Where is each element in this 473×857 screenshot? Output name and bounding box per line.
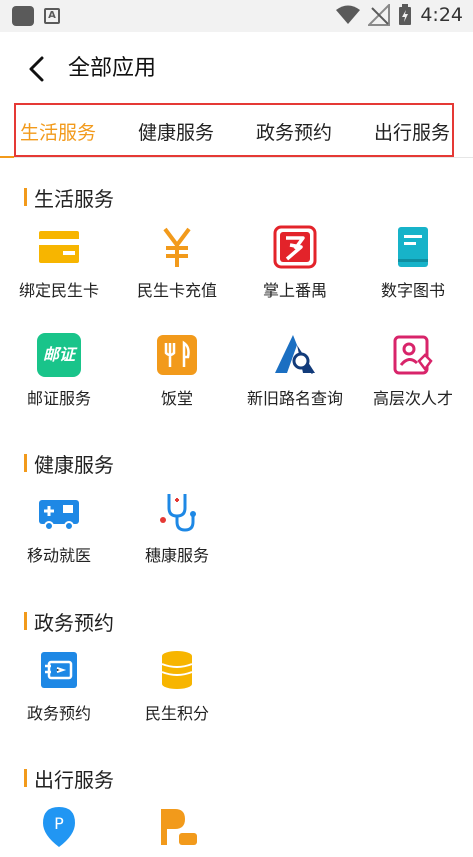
app-label: 邮证服务 — [26, 389, 91, 408]
tab-travel-services[interactable]: 出行服务 — [374, 118, 450, 145]
page-title: 全部应用 — [68, 56, 157, 81]
dining-icon — [157, 335, 197, 375]
tab-health-services[interactable]: 健康服务 — [138, 118, 214, 145]
card-icon — [39, 231, 79, 263]
app-label: 民生卡充值 — [136, 281, 217, 300]
app-notification-icon — [12, 6, 34, 26]
section-title-life: 生活服务 — [24, 183, 114, 212]
yuan-icon — [163, 227, 191, 267]
a-notification-icon: A — [44, 8, 60, 24]
parking-car-icon — [161, 809, 197, 845]
section-title-gov: 政务预约 — [24, 607, 114, 636]
app-label: 绑定民生卡 — [18, 281, 99, 300]
section-title-health: 健康服务 — [24, 449, 114, 478]
app-postal[interactable]: 邮证 邮证服务 — [0, 333, 118, 409]
talent-icon — [393, 335, 433, 375]
app-label: 新旧路名查询 — [246, 389, 343, 408]
parking-pin-icon: P — [43, 807, 75, 847]
app-label: 数字图书 — [380, 281, 445, 300]
app-mobile-medical[interactable]: 移动就医 — [0, 490, 118, 566]
wifi-icon — [336, 5, 361, 24]
app-bind-card[interactable]: 绑定民生卡 — [0, 225, 118, 301]
coins-icon — [161, 651, 193, 689]
tabs-divider — [0, 157, 473, 158]
app-card-recharge[interactable]: 民生卡充值 — [118, 225, 236, 301]
app-panyu[interactable]: 掌上番禺 — [236, 225, 354, 301]
app-travel-parking-pin[interactable]: P — [0, 805, 118, 857]
app-label: 民生积分 — [144, 704, 209, 723]
back-arrow-icon[interactable] — [22, 54, 52, 84]
active-tab-indicator — [0, 156, 14, 158]
app-points[interactable]: 民生积分 — [118, 648, 236, 724]
header: 全部应用 — [0, 32, 473, 104]
road-search-icon — [275, 335, 315, 375]
battery-charging-icon — [399, 4, 412, 25]
no-signal-icon — [368, 4, 391, 26]
app-label: 饭堂 — [160, 389, 193, 408]
app-dining[interactable]: 饭堂 — [118, 333, 236, 409]
app-suikang[interactable]: 穗康服务 — [118, 490, 236, 566]
status-bar: A 4:24 — [0, 0, 473, 32]
app-road-search[interactable]: 新旧路名查询 — [236, 333, 354, 409]
app-label: 掌上番禺 — [262, 281, 327, 300]
app-label: 高层次人才 — [372, 389, 453, 408]
ambulance-icon — [39, 500, 79, 531]
stethoscope-icon — [160, 494, 196, 532]
gov-appointment-icon — [41, 652, 77, 688]
postal-icon: 邮证 — [37, 333, 81, 377]
status-time: 4:24 — [420, 4, 463, 26]
app-label: 穗康服务 — [144, 546, 209, 565]
app-label: 移动就医 — [26, 546, 91, 565]
svg-text:P: P — [54, 814, 64, 833]
section-title-travel: 出行服务 — [24, 764, 114, 793]
tab-gov-appointment[interactable]: 政务预约 — [256, 118, 332, 145]
app-gov-appointment[interactable]: 政务预约 — [0, 648, 118, 724]
tab-life-services[interactable]: 生活服务 — [20, 118, 96, 145]
app-talent[interactable]: 高层次人才 — [354, 333, 472, 409]
app-digital-books[interactable]: 数字图书 — [354, 225, 472, 301]
book-icon — [398, 227, 428, 267]
panyu-logo-icon — [273, 225, 317, 269]
app-label: 政务预约 — [26, 704, 91, 723]
app-travel-parking-car[interactable] — [118, 805, 236, 857]
